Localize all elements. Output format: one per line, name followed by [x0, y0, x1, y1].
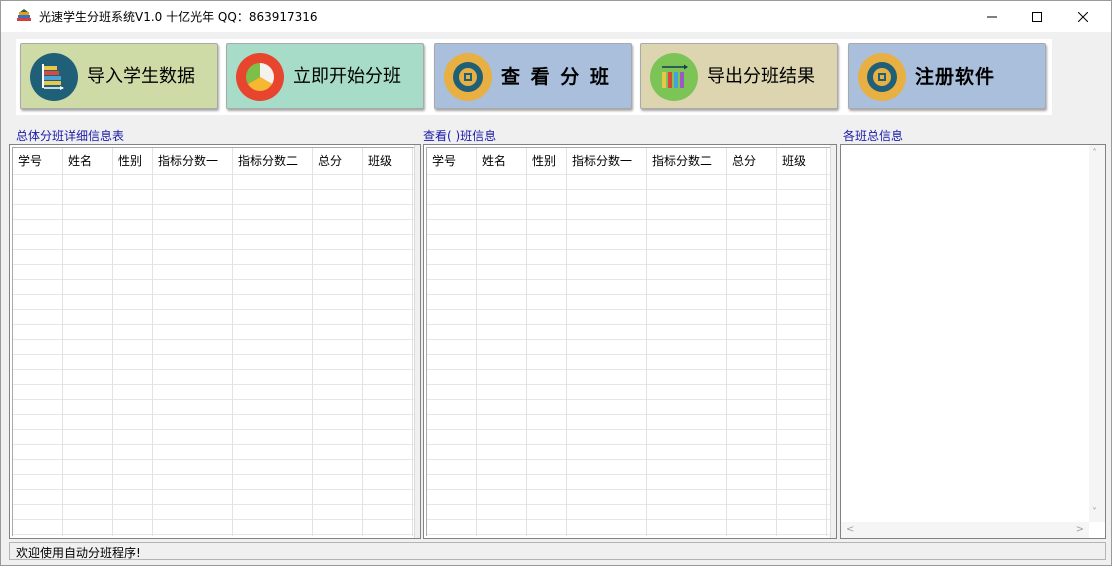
chevron-right-icon[interactable]: >: [1076, 524, 1084, 536]
summary-info-label: 各班总信息: [843, 129, 904, 143]
maximize-button[interactable]: [1014, 1, 1060, 32]
view-groups-button[interactable]: 查 看 分 班: [434, 43, 632, 109]
status-bar: 欢迎使用自动分班程序!: [9, 542, 1106, 560]
bar-chart-arrow-icon: [649, 52, 699, 102]
column-header[interactable]: 指标分数一: [567, 148, 647, 174]
books-icon: [15, 8, 33, 24]
title-bar: 光速学生分班系统V1.0 十亿光年 QQ：863917316: [1, 1, 1111, 32]
toolbar: 导入学生数据 立即开始分班 查 看 分 班 导出分班结果 注册软件: [16, 39, 1052, 115]
minimize-icon: [987, 16, 997, 17]
overall-details-label: 总体分班详细信息表: [16, 129, 125, 143]
horizontal-scrollbar[interactable]: < >: [841, 522, 1089, 538]
vertical-scrollbar[interactable]: [830, 145, 836, 538]
donut-target-icon: [857, 52, 907, 102]
close-button[interactable]: [1060, 1, 1106, 32]
column-dividers: [13, 174, 413, 536]
column-header[interactable]: 指标分数一: [153, 148, 233, 174]
chevron-down-icon[interactable]: ˅: [1092, 507, 1097, 519]
table-header: 学号 姓名 性别 指标分数一 指标分数二 总分 班级: [13, 148, 413, 174]
column-header[interactable]: 班级: [363, 148, 413, 174]
register-software-label: 注册软件: [915, 66, 996, 88]
column-header[interactable]: 总分: [313, 148, 363, 174]
summary-info-textbox[interactable]: ˄ ˅ < >: [840, 144, 1106, 539]
status-text: 欢迎使用自动分班程序!: [16, 546, 141, 560]
table-body[interactable]: [13, 174, 414, 536]
vertical-scrollbar[interactable]: [414, 145, 420, 538]
class-info-label: 查看( )班信息: [423, 129, 497, 143]
import-students-label: 导入学生数据: [87, 66, 195, 87]
donut-target-icon: [443, 52, 493, 102]
overall-details-table[interactable]: 学号 姓名 性别 指标分数一 指标分数二 总分 班级: [9, 144, 421, 539]
start-grouping-button[interactable]: 立即开始分班: [226, 43, 424, 109]
chevron-up-icon[interactable]: ˄: [1092, 148, 1097, 160]
column-header[interactable]: 性别: [527, 148, 567, 174]
chevron-left-icon[interactable]: <: [846, 524, 854, 536]
pie-chart-icon: [235, 52, 285, 102]
window-title: 光速学生分班系统V1.0 十亿光年 QQ：863917316: [39, 10, 318, 24]
export-results-button[interactable]: 导出分班结果: [640, 43, 838, 109]
column-dividers: [427, 174, 827, 536]
column-header[interactable]: 指标分数二: [647, 148, 727, 174]
start-grouping-label: 立即开始分班: [293, 66, 401, 87]
register-software-button[interactable]: 注册软件: [848, 43, 1046, 109]
minimize-button[interactable]: [969, 1, 1015, 32]
export-results-label: 导出分班结果: [707, 66, 815, 87]
column-header[interactable]: 学号: [13, 148, 63, 174]
table-body[interactable]: [427, 174, 830, 536]
column-header[interactable]: 姓名: [477, 148, 527, 174]
column-header[interactable]: 总分: [727, 148, 777, 174]
column-header[interactable]: 班级: [777, 148, 827, 174]
import-students-button[interactable]: 导入学生数据: [20, 43, 218, 109]
books-stack-icon: [29, 52, 79, 102]
main-window: 光速学生分班系统V1.0 十亿光年 QQ：863917316 导入学生数据 立即…: [0, 0, 1112, 566]
view-groups-label: 查 看 分 班: [501, 66, 611, 88]
close-icon: [1078, 11, 1088, 22]
vertical-scrollbar[interactable]: ˄ ˅: [1089, 145, 1105, 522]
column-header[interactable]: 性别: [113, 148, 153, 174]
column-header[interactable]: 指标分数二: [233, 148, 313, 174]
column-header[interactable]: 姓名: [63, 148, 113, 174]
table-header: 学号 姓名 性别 指标分数一 指标分数二 总分 班级: [427, 148, 827, 174]
maximize-icon: [1032, 11, 1042, 22]
class-info-table[interactable]: 学号 姓名 性别 指标分数一 指标分数二 总分 班级: [423, 144, 837, 539]
column-header[interactable]: 学号: [427, 148, 477, 174]
